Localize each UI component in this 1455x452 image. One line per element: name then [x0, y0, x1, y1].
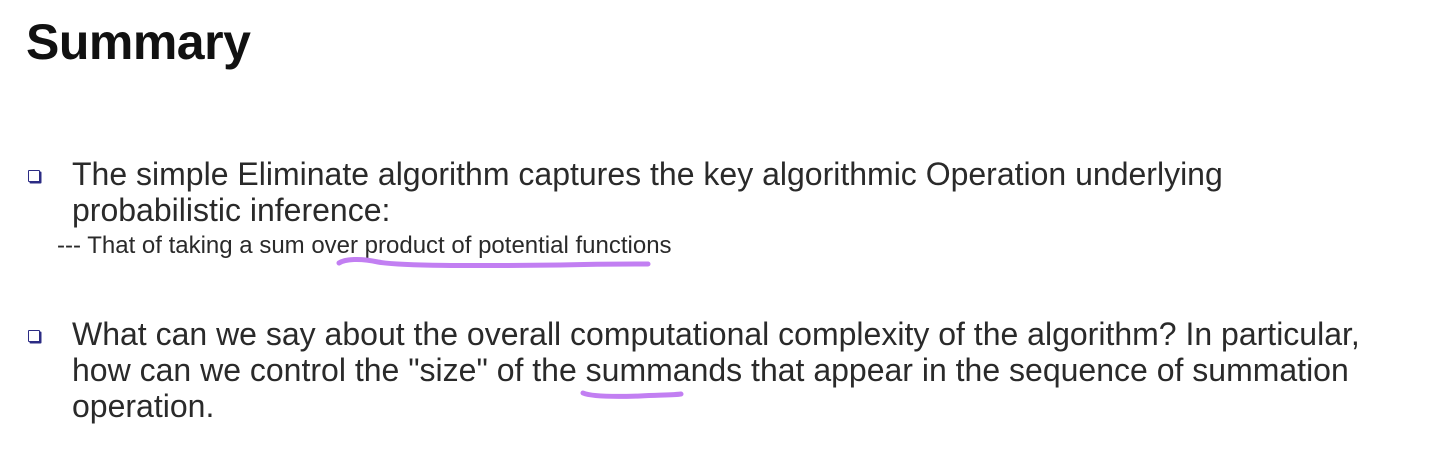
- bullet-1-subpoint: --- That of taking a sum over product of…: [57, 232, 672, 259]
- bullet-1-text: The simple Eliminate algorithm captures …: [72, 156, 1223, 228]
- square-bullet-icon: [28, 170, 40, 182]
- bullet-2-text: What can we say about the overall comput…: [72, 316, 1360, 424]
- square-bullet-icon: [28, 330, 40, 342]
- page-title: Summary: [26, 14, 251, 70]
